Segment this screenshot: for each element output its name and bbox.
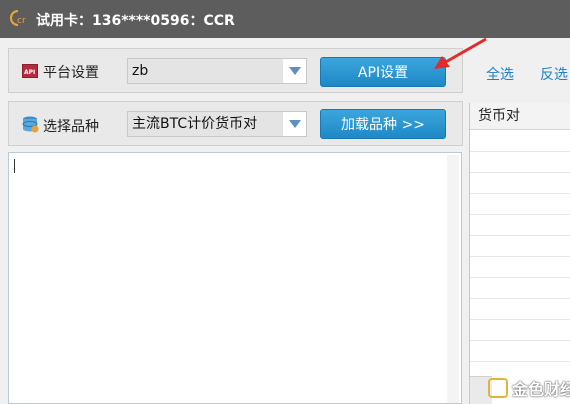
select-variety-label: 选择品种 — [43, 119, 99, 135]
list-row-divider — [470, 319, 570, 320]
log-textarea[interactable] — [8, 152, 462, 404]
currency-pair-column-header[interactable]: 货币对 — [470, 103, 570, 130]
list-row-divider — [470, 361, 570, 362]
title-bar: cr 试用卡：136****0596：CCR — [0, 0, 570, 38]
chevron-down-icon — [289, 120, 301, 128]
platform-select-dropdown[interactable] — [284, 59, 306, 83]
list-row-divider — [470, 340, 570, 341]
list-row-divider — [470, 277, 570, 278]
list-row-divider — [470, 298, 570, 299]
textarea-scrollbar[interactable] — [447, 155, 459, 403]
api-settings-button[interactable]: API设置 — [320, 57, 446, 87]
api-icon: API — [22, 64, 38, 78]
watermark-text: 金色财经 — [512, 380, 570, 399]
text-caret — [14, 159, 15, 173]
platform-settings-label: 平台设置 — [43, 65, 99, 81]
list-row-divider — [470, 172, 570, 173]
list-row-divider — [470, 235, 570, 236]
red-arrow-icon — [434, 37, 487, 69]
svg-text:cr: cr — [17, 16, 26, 26]
platform-select-value: zb — [128, 59, 283, 83]
list-row-divider — [470, 193, 570, 194]
platform-select[interactable]: zb — [127, 58, 307, 84]
window-title: 试用卡：136****0596：CCR — [36, 13, 235, 29]
list-row-divider — [470, 214, 570, 215]
variety-select[interactable]: 主流BTC计价货币对 — [127, 111, 307, 137]
svg-text:API: API — [24, 69, 35, 76]
load-varieties-button[interactable]: 加载品种 >> — [320, 109, 446, 139]
list-row-divider — [470, 151, 570, 152]
watermark: 金色财经 — [488, 376, 570, 400]
watermark-logo-icon — [488, 378, 508, 398]
database-icon — [22, 116, 39, 133]
currency-pair-list[interactable]: 货币对 — [469, 103, 570, 404]
variety-select-value: 主流BTC计价货币对 — [128, 112, 283, 136]
ccr-logo-icon: cr — [9, 9, 26, 27]
chevron-down-icon — [289, 67, 301, 75]
select-all-link[interactable]: 全选 — [486, 64, 514, 84]
invert-selection-link[interactable]: 反选 — [540, 64, 568, 84]
list-row-divider — [470, 256, 570, 257]
variety-select-dropdown[interactable] — [284, 112, 306, 136]
